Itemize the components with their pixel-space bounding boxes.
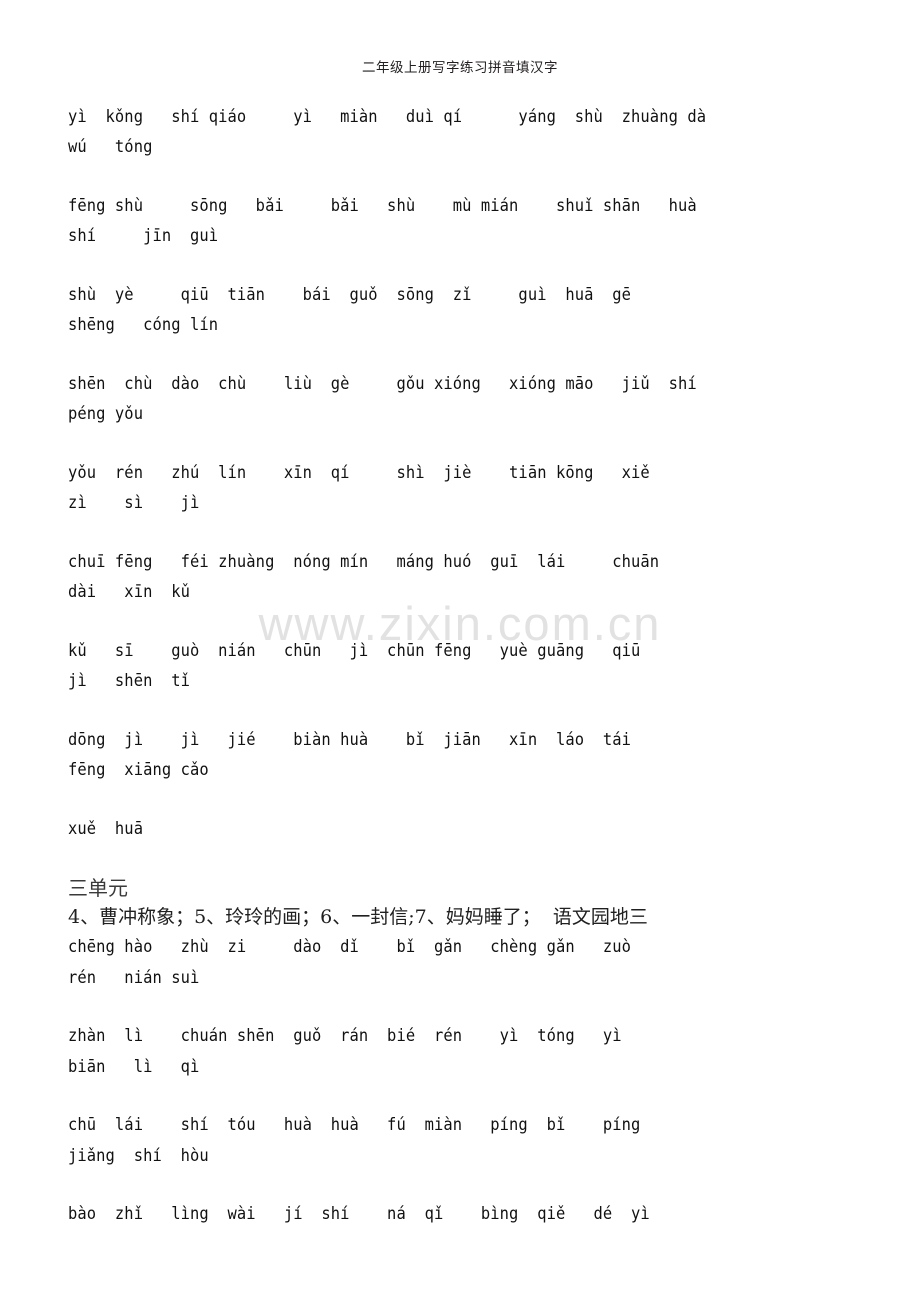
pinyin-paragraph: chuī fēng féi zhuàng nóng mín máng huó g… bbox=[68, 551, 660, 602]
pinyin-paragraph: dōng jì jì jié biàn huà bǐ jiān xīn láo … bbox=[68, 729, 632, 780]
document-content: yì kǒng shí qiáo yì miàn duì qí yáng shù… bbox=[0, 102, 920, 1230]
pinyin-paragraph: shù yè qiū tiān bái guǒ sōng zǐ guì huā … bbox=[68, 284, 632, 335]
pinyin-paragraph: yǒu rén zhú lín xīn qí shì jiè tiān kōng… bbox=[68, 462, 650, 513]
document-page: www.zixin.com.cn 二年级上册写字练习拼音填汉字 yì kǒng … bbox=[0, 0, 920, 1302]
pinyin-paragraph: fēng shù sōng bǎi bǎi shù mù mián shuǐ s… bbox=[68, 195, 697, 246]
pinyin-paragraph: chū lái shí tóu huà huà fú miàn píng bǐ … bbox=[68, 1115, 641, 1165]
lesson-list: 4、曹冲称象；5、玲玲的画；6、一封信;7、妈妈睡了； 语文园地三 bbox=[68, 906, 648, 928]
pinyin-paragraph: bào zhǐ lìng wài jí shí ná qǐ bìng qiě d… bbox=[68, 1204, 650, 1223]
pinyin-paragraph: shēn chù dào chù liù gè gǒu xióng xióng … bbox=[68, 373, 697, 424]
document-body: 二年级上册写字练习拼音填汉字 yì kǒng shí qiáo yì miàn … bbox=[0, 0, 920, 1230]
page-title: 二年级上册写字练习拼音填汉字 bbox=[362, 60, 558, 76]
pinyin-paragraph: zhàn lì chuán shēn guǒ rán bié rén yì tó… bbox=[68, 1026, 622, 1076]
pinyin-paragraph: kǔ sī guò nián chūn jì chūn fēng yuè guā… bbox=[68, 640, 641, 691]
pinyin-paragraph: xuě huā bbox=[68, 818, 144, 838]
pinyin-paragraph: chēng hào zhù zi dào dǐ bǐ gǎn chèng gǎn… bbox=[68, 937, 632, 987]
section-heading-unit-three: 三单元 bbox=[68, 876, 128, 900]
pinyin-paragraph: yì kǒng shí qiáo yì miàn duì qí yáng shù… bbox=[68, 106, 707, 157]
